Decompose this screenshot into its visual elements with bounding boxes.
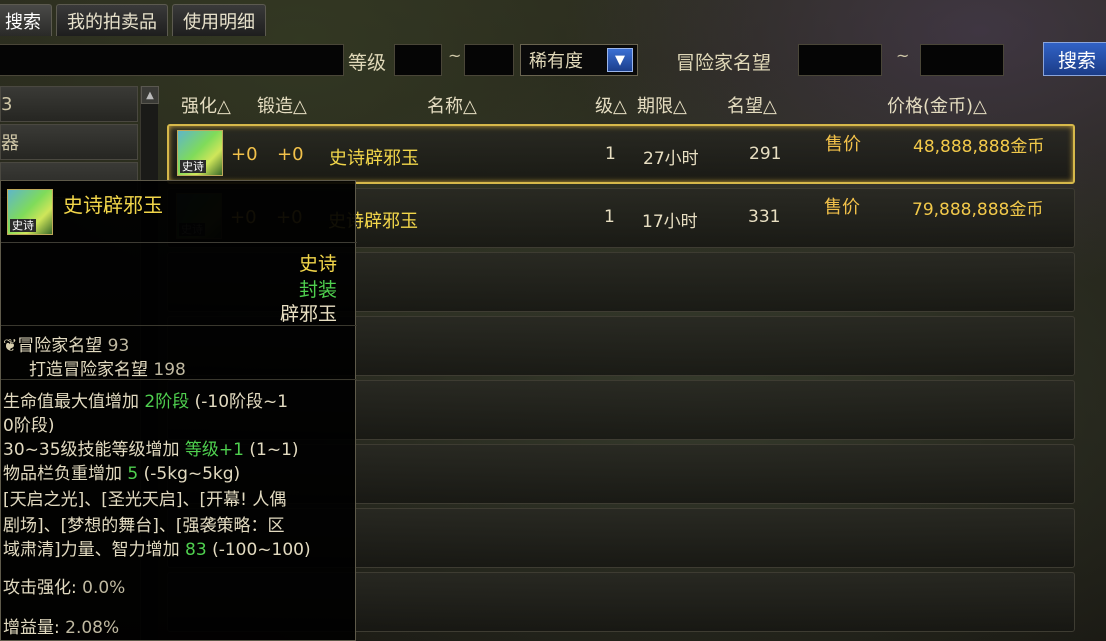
fame-label: 冒险家名望 — [676, 52, 772, 74]
tooltip-item-type: 辟邪玉 — [279, 303, 337, 325]
level-min-input[interactable] — [394, 44, 442, 76]
header-level[interactable]: 级△ — [595, 92, 627, 118]
item-rarity-tag: 史诗 — [180, 160, 206, 173]
header-fame[interactable]: 名望△ — [727, 92, 777, 118]
search-button[interactable]: 搜索 — [1043, 42, 1106, 76]
stat-range: (-5kg~5kg) — [143, 464, 241, 484]
tab-my-auctions[interactable]: 我的拍卖品 — [56, 4, 168, 36]
stat-range: (1~1) — [249, 440, 299, 460]
row-sale-label: 售价 — [825, 134, 861, 155]
tooltip-craft-fame: 打造冒险家名望 198 — [29, 355, 186, 380]
tooltip-item-name: 史诗辟邪玉 — [63, 193, 163, 217]
tooltip-stat-skills-line2: 剧场]、[梦想的舞台]、[强袭策略：区 — [3, 516, 285, 536]
stat-value: 2阶段 — [144, 392, 190, 412]
row-level: 1 — [605, 144, 616, 164]
tab-bar: 搜索 我的拍卖品 使用明细 — [0, 4, 266, 36]
tab-search[interactable]: 搜索 — [0, 4, 52, 36]
fame-range-separator: ~ — [896, 46, 910, 65]
tooltip-buff-amount: 增益量: 2.08% — [3, 613, 119, 638]
header-expire[interactable]: 期限△ — [637, 92, 687, 118]
tooltip-header: 史诗 史诗辟邪玉 — [1, 181, 357, 243]
header-forge[interactable]: 锻造△ — [257, 92, 307, 118]
stat-value: 83 — [185, 540, 207, 560]
attack-enhance-label: 攻击强化: — [3, 578, 77, 598]
level-label: 等级 — [348, 52, 387, 74]
tooltip-stat-skill: 30~35级技能等级增加 等级+1 (1~1) — [3, 435, 299, 460]
rarity-select[interactable]: 稀有度 ▼ — [520, 44, 638, 76]
tooltip-fame-label: 冒险家名望 — [17, 336, 103, 356]
fame-max-input[interactable] — [920, 44, 1004, 76]
header-name[interactable]: 名称△ — [427, 92, 477, 118]
tooltip-seal-status: 封装 — [298, 279, 337, 301]
scroll-up-icon[interactable]: ▲ — [141, 86, 159, 104]
stat-value: 5 — [127, 464, 139, 484]
level-max-input[interactable] — [464, 44, 514, 76]
category-item[interactable]: 3 — [0, 86, 138, 122]
stat-value: 等级+1 — [184, 440, 244, 460]
tooltip-fame: ❦冒险家名望 93 — [3, 331, 129, 356]
row-forge: +0 — [277, 144, 304, 165]
row-reinforce: +0 — [231, 144, 258, 165]
tooltip-stat-hp-cont: 0阶段) — [3, 416, 55, 436]
fame-min-input[interactable] — [798, 44, 882, 76]
row-fame: 331 — [748, 207, 781, 227]
row-item-name: 史诗辟邪玉 — [329, 148, 419, 169]
stat-label: 物品栏负重增加 — [3, 464, 122, 484]
tooltip-rarity: 史诗 — [298, 253, 337, 275]
tooltip-divider — [1, 379, 357, 380]
tooltip-craft-fame-label: 打造冒险家名望 — [29, 360, 148, 380]
stat-label: 域肃清]力量、智力增加 — [3, 540, 180, 560]
table-row[interactable]: 史诗 +0 +0 史诗辟邪玉 1 27小时 291 售价 48,888,888金… — [167, 124, 1075, 184]
tooltip-item-icon: 史诗 — [7, 189, 53, 235]
header-reinforce[interactable]: 强化△ — [181, 92, 231, 118]
item-rarity-tag: 史诗 — [10, 219, 36, 232]
tooltip-divider — [1, 325, 357, 326]
tooltip-stat-skills-line1: [天启之光]、[圣光天启]、[开幕! 人偶 — [3, 490, 287, 510]
row-expire: 17小时 — [642, 212, 698, 232]
item-name-input[interactable] — [0, 44, 344, 76]
tooltip-stat-skills-line3: 域肃清]力量、智力增加 83 (-100~100) — [3, 535, 311, 560]
stat-range: (-100~100) — [212, 540, 311, 560]
item-icon: 史诗 — [177, 130, 223, 176]
rarity-select-label: 稀有度 — [529, 51, 583, 72]
header-price[interactable]: 价格(金币)△ — [887, 92, 987, 118]
level-range-separator: ~ — [448, 46, 462, 65]
buff-amount-value: 2.08% — [65, 618, 120, 638]
row-price: 48,888,888金币 — [913, 137, 1045, 157]
search-bar: 等级 ~ 稀有度 ▼ 冒险家名望 ~ 搜索 — [0, 42, 1106, 80]
tooltip-attack-enhance: 攻击强化: 0.0% — [3, 573, 125, 598]
row-level: 1 — [604, 207, 615, 227]
fame-wing-icon: ❦ — [3, 336, 18, 356]
category-item[interactable]: 器 — [0, 124, 138, 160]
tooltip-stat-weight: 物品栏负重增加 5 (-5kg~5kg) — [3, 459, 240, 484]
tooltip-fame-value: 93 — [107, 336, 130, 356]
tooltip-stat-hp: 生命值最大值增加 2阶段 (-10阶段~1 — [3, 387, 288, 412]
row-price: 79,888,888金币 — [912, 200, 1044, 220]
row-fame: 291 — [749, 144, 782, 164]
table-header: 强化△ 锻造△ 名称△ 级△ 期限△ 名望△ 价格(金币)△ — [165, 88, 1077, 120]
stat-label: 30~35级技能等级增加 — [3, 440, 180, 460]
attack-enhance-value: 0.0% — [82, 578, 126, 598]
tab-usage-details[interactable]: 使用明细 — [172, 4, 266, 36]
row-expire: 27小时 — [643, 149, 699, 169]
chevron-down-icon[interactable]: ▼ — [607, 48, 633, 72]
stat-label: 生命值最大值增加 — [3, 392, 139, 412]
tooltip-craft-fame-value: 198 — [153, 360, 186, 380]
buff-amount-label: 增益量: — [3, 618, 60, 638]
item-tooltip: 史诗 史诗辟邪玉 史诗 封装 辟邪玉 ❦冒险家名望 93 打造冒险家名望 198… — [0, 180, 357, 641]
stat-range: (-10阶段~1 — [194, 392, 289, 412]
row-sale-label: 售价 — [824, 197, 860, 218]
